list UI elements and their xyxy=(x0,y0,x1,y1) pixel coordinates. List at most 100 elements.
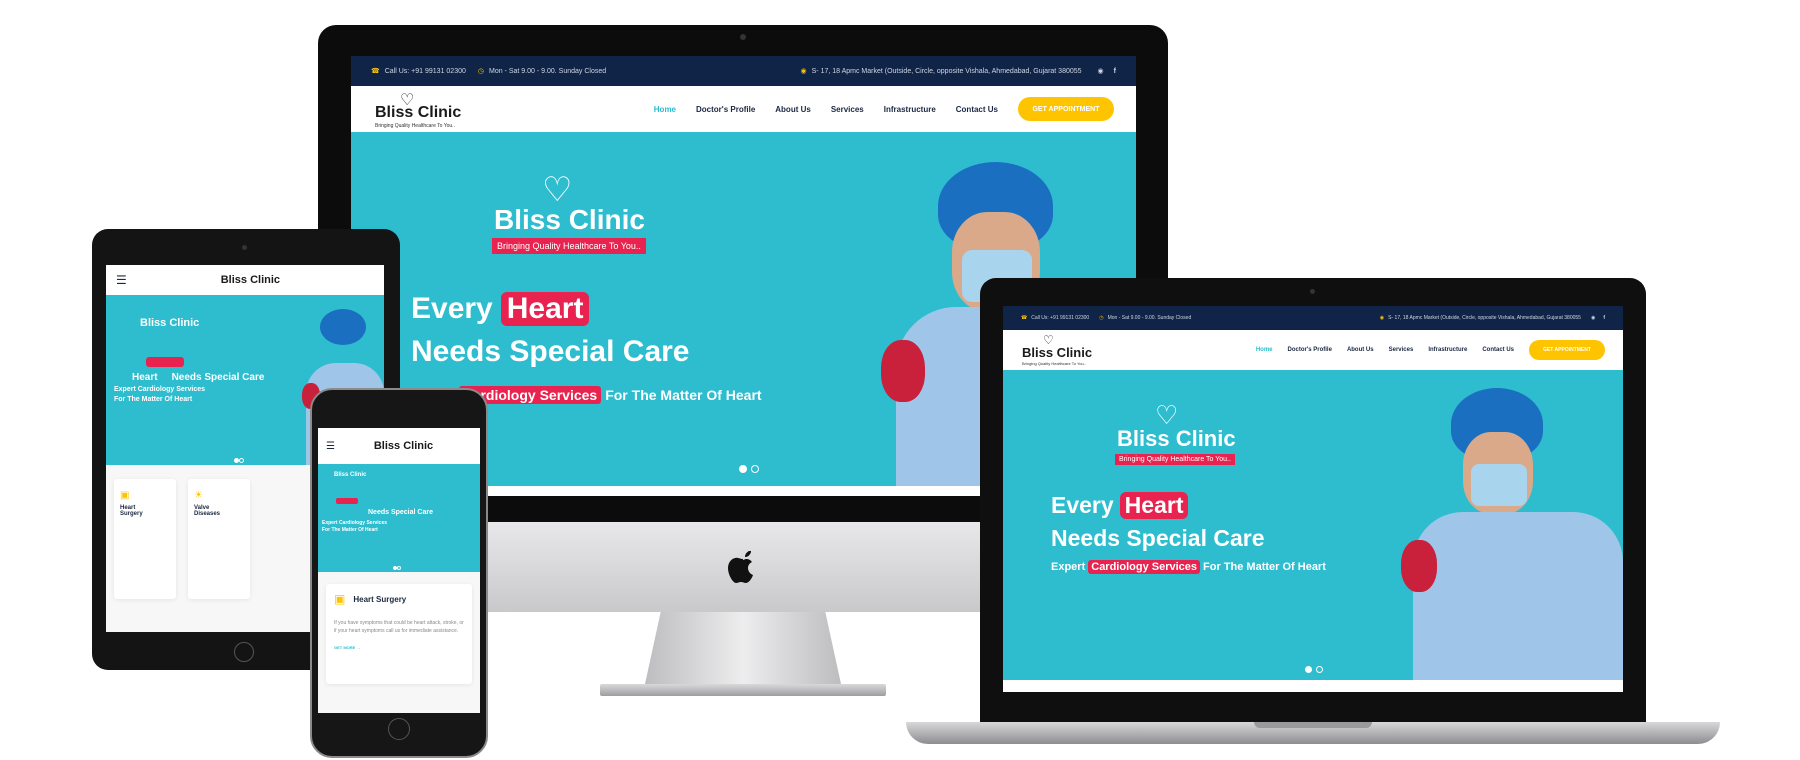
laptop-address-text: S- 17, 18 Apmc Market (Outside, Circle, … xyxy=(1388,315,1581,321)
laptop-hero-subheading: Expert Cardiology Services For The Matte… xyxy=(1051,560,1326,574)
laptop-nav: ♡ Bliss Clinic Bringing Quality Healthca… xyxy=(1003,330,1623,370)
logo-name: Bliss Clinic xyxy=(375,104,462,121)
tablet-card-valve: ☀ Valve Diseases xyxy=(188,479,250,599)
hero-heading-line1: Every Heart xyxy=(411,292,590,326)
laptop-doctor-photo xyxy=(1373,380,1623,680)
hamburger-menu-icon[interactable]: ☰ xyxy=(326,441,335,452)
tablet-logo-name[interactable]: Bliss Clinic xyxy=(221,274,280,286)
valve-icon: ☀ xyxy=(194,490,203,501)
hero-word-heart: Heart xyxy=(500,292,590,326)
phone-hero-pill xyxy=(336,498,358,504)
main-nav: ♡ Bliss Clinic Bringing Quality Healthca… xyxy=(351,86,1136,132)
slider-dot-2[interactable] xyxy=(751,465,760,473)
laptop-hero-every: Every xyxy=(1051,492,1114,518)
laptop-hero-sub-expert: Expert xyxy=(1051,561,1086,573)
tablet-hero-sub2: For The Matter Of Heart xyxy=(114,396,193,403)
phone-hero: Bliss Clinic Needs Special Care Expert C… xyxy=(318,464,480,572)
phone-slider-dots xyxy=(393,557,401,572)
laptop-get-appointment-button[interactable]: GET APPOINTMENT xyxy=(1529,340,1605,360)
laptop-logo-tagline: Bringing Quality Healthcare To You.. xyxy=(1022,361,1086,366)
phone-card-heart-surgery: ▣ Heart Surgery If you have symptoms tha… xyxy=(326,584,472,684)
nav-services[interactable]: Services xyxy=(831,105,864,114)
get-appointment-button[interactable]: GET APPOINTMENT xyxy=(1018,97,1114,121)
nav-about-us[interactable]: About Us xyxy=(775,105,811,114)
address-text: S- 17, 18 Apmc Market (Outside, Circle, … xyxy=(811,67,1082,75)
phone-nav: ☰ Bliss Clinic xyxy=(318,428,480,464)
slider-dot-1[interactable] xyxy=(739,465,747,473)
laptop-nav-doctors-profile[interactable]: Doctor's Profile xyxy=(1288,347,1332,353)
laptop-slider-dot-2[interactable] xyxy=(1316,666,1324,673)
instagram-icon[interactable]: ◉ xyxy=(1098,67,1104,75)
arrow-right-icon: → xyxy=(356,645,361,650)
tablet-hero-heading: Heart Needs Special Care xyxy=(132,372,264,383)
laptop-hero-heading-line1: Every Heart xyxy=(1051,492,1189,519)
phone-logo-name[interactable]: Bliss Clinic xyxy=(374,440,433,452)
laptop-slider-dot-1[interactable] xyxy=(1305,666,1312,673)
apple-logo-icon xyxy=(725,547,761,587)
hours-text: Mon - Sat 9.00 - 9.00. Sunday Closed xyxy=(489,67,607,75)
nav-home[interactable]: Home xyxy=(654,105,676,114)
laptop-nav-about-us[interactable]: About Us xyxy=(1347,347,1374,353)
laptop-phone-text[interactable]: Call Us: +91 99131 02300 xyxy=(1031,315,1089,321)
laptop-nav-home[interactable]: Home xyxy=(1256,347,1273,353)
tablet-card2-title: Valve Diseases xyxy=(194,505,221,517)
phone-icon: ☎ xyxy=(371,68,380,75)
nav-doctors-profile[interactable]: Doctor's Profile xyxy=(696,105,755,114)
laptop-screen: ☎ Call Us: +91 99131 02300 ◷ Mon - Sat 9… xyxy=(1003,306,1623,692)
laptop-top-bar: ☎ Call Us: +91 99131 02300 ◷ Mon - Sat 9… xyxy=(1003,306,1623,330)
phone-hero-logo: Bliss Clinic xyxy=(334,472,367,478)
nav-contact-us[interactable]: Contact Us xyxy=(956,105,998,114)
tablet-hero-logo: Bliss Clinic xyxy=(140,317,200,329)
laptop-slider-dots xyxy=(1305,660,1324,678)
phone-card-more-link[interactable]: GET MORE xyxy=(334,645,355,650)
laptop-camera xyxy=(1310,289,1315,294)
tablet-nav: ☰ Bliss Clinic xyxy=(106,265,384,295)
hero-sub-matter: For The Matter Of Heart xyxy=(605,387,762,403)
tablet-home-button[interactable] xyxy=(234,642,254,662)
laptop-trackpad-notch xyxy=(1254,722,1372,728)
phone-text[interactable]: Call Us: +91 99131 02300 xyxy=(385,68,466,75)
phone-hero-sub2: For The Matter Of Heart xyxy=(322,527,378,533)
hero-logo-tagline: Bringing Quality Healthcare To You.. xyxy=(492,238,646,254)
laptop-hero-heart: Heart xyxy=(1119,492,1189,519)
hamburger-menu-icon[interactable]: ☰ xyxy=(116,273,127,287)
phone-icon: ☎ xyxy=(1021,315,1028,321)
phone-hero-sub: Expert Cardiology Services xyxy=(322,520,388,526)
phone-hero-line2: Needs Special Care xyxy=(368,509,433,516)
clock-icon: ◷ xyxy=(1099,315,1104,321)
facebook-icon[interactable]: f xyxy=(1114,68,1116,75)
tablet-hero-heart: Heart xyxy=(132,372,158,383)
laptop-nav-services[interactable]: Services xyxy=(1389,347,1414,353)
laptop-hero-sub-matter: For The Matter Of Heart xyxy=(1203,561,1326,573)
instagram-icon[interactable]: ◉ xyxy=(1591,315,1595,321)
heart-surgery-icon: ▣ xyxy=(120,490,130,501)
laptop-nav-contact-us[interactable]: Contact Us xyxy=(1482,347,1514,353)
tablet-hero-sub: Expert Cardiology Services xyxy=(114,386,206,393)
map-pin-icon: ◉ xyxy=(800,68,807,75)
hero-word-every: Every xyxy=(411,292,493,325)
phone-screen: ☰ Bliss Clinic Bliss Clinic Needs Specia… xyxy=(318,428,480,713)
imac-stand-neck xyxy=(645,612,841,684)
tablet-card-heart-surgery: ▣ Heart Surgery xyxy=(114,479,176,599)
phone-home-button[interactable] xyxy=(388,718,410,740)
laptop-logo-name: Bliss Clinic xyxy=(1022,345,1093,360)
laptop-site-logo[interactable]: ♡ Bliss Clinic Bringing Quality Healthca… xyxy=(1021,332,1111,368)
hero-heading-line2: Needs Special Care xyxy=(411,335,690,368)
tablet-camera xyxy=(242,245,247,250)
slider-dots xyxy=(739,460,760,478)
laptop-hero-logo-name: Bliss Clinic xyxy=(1117,426,1236,451)
site-logo[interactable]: ♡ Bliss Clinic Bringing Quality Healthca… xyxy=(373,87,483,131)
heart-surgery-icon: ▣ xyxy=(334,592,346,606)
tablet-slider-dots xyxy=(234,450,244,465)
phone-card-title: Heart Surgery xyxy=(353,594,407,604)
facebook-icon[interactable]: f xyxy=(1603,315,1605,321)
hero-logo-name: Bliss Clinic xyxy=(494,204,645,235)
nav-infrastructure[interactable]: Infrastructure xyxy=(884,105,936,114)
laptop-hero-logo-tagline: Bringing Quality Healthcare To You.. xyxy=(1115,454,1235,465)
imac-stand-base xyxy=(600,684,886,696)
tablet-card1-title: Heart Surgery xyxy=(120,505,143,517)
tablet-hero-pill xyxy=(146,357,184,367)
top-info-bar: ☎ Call Us: +91 99131 02300 ◷ Mon - Sat 9… xyxy=(351,56,1136,86)
imac-camera xyxy=(740,34,746,40)
laptop-nav-infrastructure[interactable]: Infrastructure xyxy=(1428,347,1467,353)
